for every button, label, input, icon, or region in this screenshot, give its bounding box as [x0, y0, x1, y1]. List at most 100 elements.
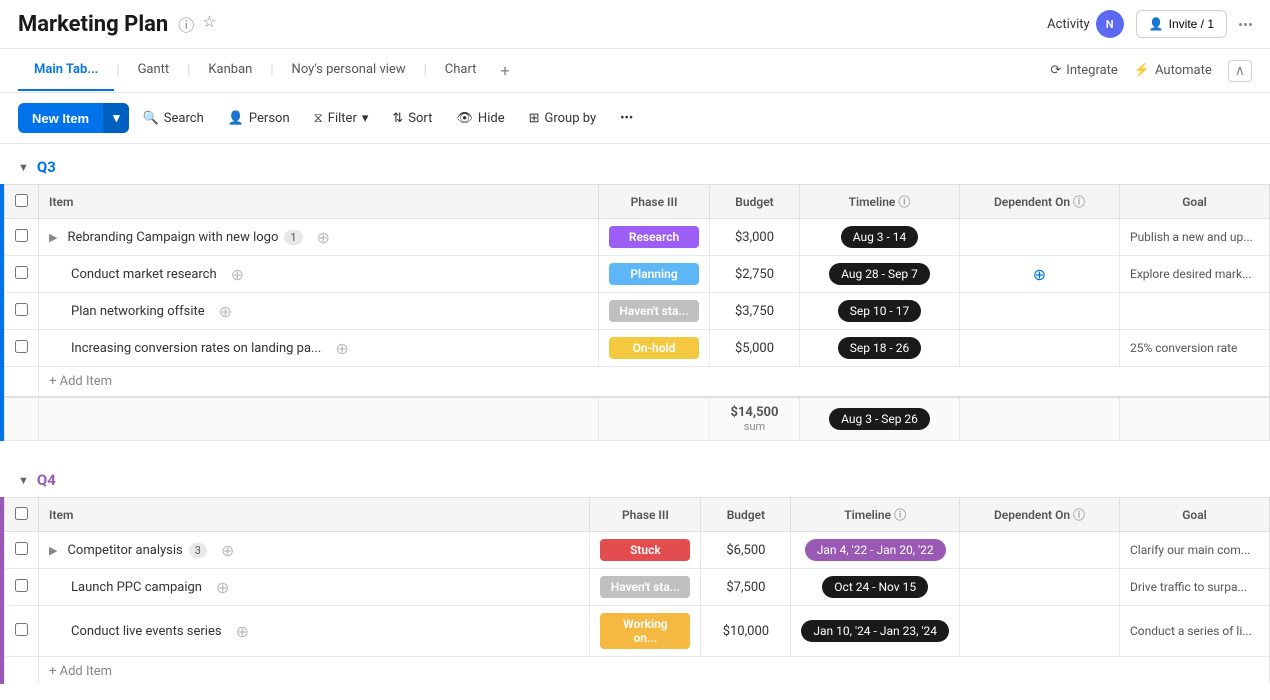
budget-cell: $2,750: [710, 256, 800, 293]
timeline-info-icon-q3[interactable]: ⓘ: [898, 195, 910, 209]
row-checkbox-cell[interactable]: [5, 256, 39, 293]
phase-badge[interactable]: Haven't sta...: [600, 576, 690, 598]
row-checkbox-cell[interactable]: [5, 606, 39, 657]
row-checkbox-cell[interactable]: [5, 569, 39, 606]
hide-button[interactable]: 👁 Hide: [446, 105, 514, 132]
phase-badge[interactable]: Haven't sta...: [609, 300, 699, 322]
col-check-q3[interactable]: [5, 185, 39, 219]
new-item-dropdown-arrow[interactable]: ▾: [103, 103, 129, 133]
phase-badge[interactable]: Stuck: [600, 539, 690, 561]
phase-cell[interactable]: Haven't sta...: [599, 293, 710, 330]
phase-badge[interactable]: On-hold: [609, 337, 699, 359]
star-icon[interactable]: ☆: [202, 12, 216, 36]
invite-button[interactable]: 👤 Invite / 1: [1136, 10, 1227, 38]
dependent-on-cell[interactable]: [960, 293, 1120, 330]
integrate-button[interactable]: ⟳ Integrate: [1050, 63, 1117, 78]
add-sub-item-icon[interactable]: ⊕: [317, 228, 330, 247]
group-q4-collapse[interactable]: ▼: [18, 474, 29, 487]
add-sub-item-icon[interactable]: ⊕: [335, 339, 348, 358]
add-item-label[interactable]: + Add Item: [39, 657, 1270, 685]
row-checkbox-cell[interactable]: [5, 330, 39, 367]
summary-row: $14,500 sum Aug 3 - Sep 26: [5, 397, 1270, 441]
row-checkbox[interactable]: [15, 542, 28, 555]
timeline-badge[interactable]: Sep 10 - 17: [838, 300, 921, 322]
group-by-button[interactable]: ⊞ Group by: [519, 105, 607, 132]
new-item-button[interactable]: New Item ▾: [18, 103, 129, 133]
add-sub-item-icon[interactable]: ⊕: [231, 265, 244, 284]
add-sub-item-icon[interactable]: ⊕: [219, 302, 232, 321]
row-checkbox[interactable]: [15, 340, 28, 353]
timeline-badge[interactable]: Sep 18 - 26: [838, 337, 921, 359]
phase-cell[interactable]: On-hold: [599, 330, 710, 367]
timeline-cell[interactable]: Aug 28 - Sep 7: [800, 256, 960, 293]
row-checkbox-cell[interactable]: [5, 532, 39, 569]
dependent-on-cell[interactable]: [960, 532, 1120, 569]
phase-cell[interactable]: Research: [599, 219, 710, 256]
timeline-badge[interactable]: Jan 10, '24 - Jan 23, '24: [801, 620, 949, 642]
phase-badge[interactable]: Research: [609, 226, 699, 248]
row-checkbox[interactable]: [15, 579, 28, 592]
dependent-on-cell[interactable]: [960, 219, 1120, 256]
timeline-cell[interactable]: Oct 24 - Nov 15: [791, 569, 960, 606]
group-q3-collapse[interactable]: ▼: [18, 161, 29, 174]
phase-badge[interactable]: Planning: [609, 263, 699, 285]
phase-cell[interactable]: Planning: [599, 256, 710, 293]
filter-button[interactable]: ⧖ Filter ▾: [304, 105, 379, 132]
row-expand-arrow[interactable]: ▶: [49, 231, 57, 244]
timeline-info-icon-q4[interactable]: ⓘ: [894, 508, 906, 522]
automate-button[interactable]: ⚡ Automate: [1134, 63, 1212, 78]
col-check-q4[interactable]: [5, 498, 39, 532]
add-sub-item-icon[interactable]: ⊕: [221, 541, 234, 560]
dependent-on-cell[interactable]: [960, 330, 1120, 367]
more-options-button[interactable]: [1239, 23, 1252, 26]
row-checkbox-cell[interactable]: [5, 219, 39, 256]
tab-add-button[interactable]: +: [492, 49, 517, 92]
dep-info-icon-q3[interactable]: ⓘ: [1073, 195, 1085, 209]
row-checkbox-cell[interactable]: [5, 293, 39, 330]
tab-chart[interactable]: Chart: [429, 50, 493, 91]
add-item-label[interactable]: + Add Item: [39, 367, 1270, 398]
timeline-cell[interactable]: Sep 18 - 26: [800, 330, 960, 367]
tab-main[interactable]: Main Tab...: [18, 50, 114, 91]
timeline-cell[interactable]: Sep 10 - 17: [800, 293, 960, 330]
top-bar-right: Activity N 👤 Invite / 1: [1047, 10, 1252, 38]
search-button[interactable]: 🔍 Search: [133, 105, 214, 132]
phase-cell[interactable]: Haven't sta...: [590, 569, 701, 606]
timeline-cell[interactable]: Aug 3 - 14: [800, 219, 960, 256]
tab-kanban[interactable]: Kanban: [192, 50, 268, 91]
phase-badge[interactable]: Working on...: [600, 613, 690, 649]
row-checkbox[interactable]: [15, 229, 28, 242]
select-all-q3[interactable]: [15, 194, 28, 207]
activity-button[interactable]: Activity N: [1047, 10, 1124, 38]
collapse-button[interactable]: ∧: [1228, 60, 1252, 82]
tab-gantt[interactable]: Gantt: [122, 50, 186, 91]
timeline-badge[interactable]: Oct 24 - Nov 15: [822, 576, 928, 598]
timeline-badge[interactable]: Jan 4, '22 - Jan 20, '22: [805, 539, 946, 561]
more-toolbar-button[interactable]: •••: [610, 105, 643, 132]
timeline-cell[interactable]: Jan 4, '22 - Jan 20, '22: [791, 532, 960, 569]
timeline-badge[interactable]: Aug 28 - Sep 7: [829, 263, 930, 285]
phase-cell[interactable]: Working on...: [590, 606, 701, 657]
row-checkbox[interactable]: [15, 303, 28, 316]
goal-value: Clarify our main com...: [1130, 543, 1250, 557]
timeline-badge[interactable]: Aug 3 - 14: [841, 226, 919, 248]
add-dependent-icon[interactable]: ⊕: [1033, 265, 1046, 284]
add-item-row[interactable]: + Add Item: [5, 367, 1270, 398]
person-button[interactable]: 👤 Person: [218, 105, 300, 132]
dep-info-icon-q4[interactable]: ⓘ: [1073, 508, 1085, 522]
dependent-on-cell[interactable]: ⊕: [960, 256, 1120, 293]
phase-cell[interactable]: Stuck: [590, 532, 701, 569]
row-checkbox[interactable]: [15, 266, 28, 279]
dependent-on-cell[interactable]: [960, 569, 1120, 606]
row-checkbox[interactable]: [15, 623, 28, 636]
sort-button[interactable]: ⇅ Sort: [382, 105, 442, 132]
info-icon[interactable]: ⓘ: [178, 12, 194, 36]
tab-personal-view[interactable]: Noy's personal view: [276, 50, 422, 91]
row-expand-arrow[interactable]: ▶: [49, 544, 57, 557]
dependent-on-cell[interactable]: [960, 606, 1120, 657]
select-all-q4[interactable]: [15, 507, 28, 520]
add-sub-item-icon[interactable]: ⊕: [236, 622, 249, 641]
add-item-row[interactable]: + Add Item: [5, 657, 1270, 685]
add-sub-item-icon[interactable]: ⊕: [216, 578, 229, 597]
timeline-cell[interactable]: Jan 10, '24 - Jan 23, '24: [791, 606, 960, 657]
